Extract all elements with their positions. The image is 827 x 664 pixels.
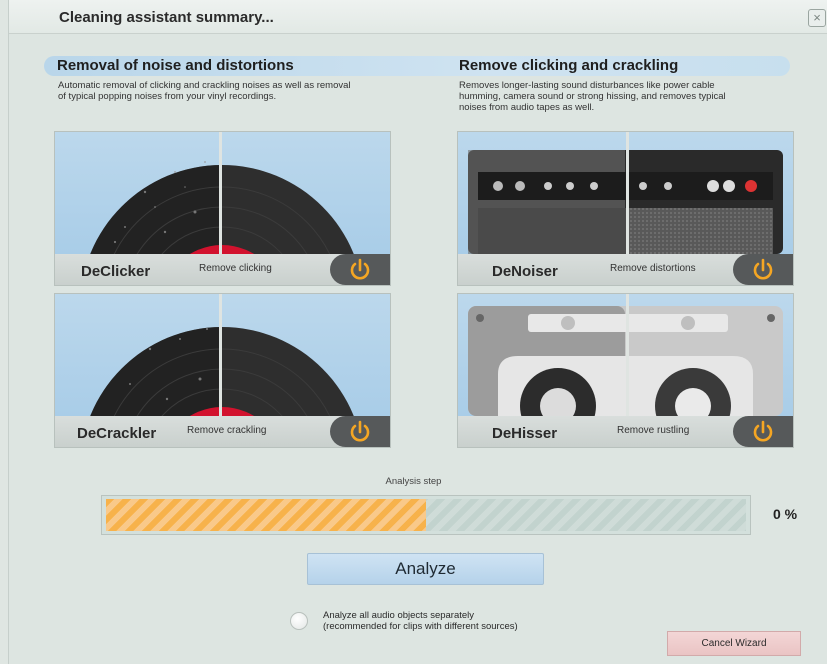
- module-desc: Remove crackling: [187, 425, 267, 436]
- module-card-denoiser: DeNoiser Remove distortions: [457, 131, 794, 286]
- module-card-dehisser: DeHisser Remove rustling: [457, 293, 794, 448]
- power-icon: [753, 420, 773, 442]
- section-title-right: Remove clicking and crackling: [459, 57, 679, 74]
- module-footer: DeClicker Remove clicking: [55, 254, 390, 285]
- vinyl-record-icon: [55, 294, 390, 416]
- analyze-separately-radio[interactable]: [290, 612, 308, 630]
- module-name: DeHisser: [492, 425, 558, 442]
- module-footer: DeCrackler Remove crackling: [55, 416, 390, 447]
- close-icon: ×: [813, 10, 821, 25]
- vinyl-record-icon: [55, 132, 390, 254]
- dialog-title: Cleaning assistant summary...: [59, 9, 274, 26]
- power-icon: [350, 420, 370, 442]
- before-after-divider: [219, 294, 222, 416]
- progress-fill: [106, 499, 426, 531]
- module-desc: Remove clicking: [199, 263, 272, 274]
- section-desc-right: Removes longer-lasting sound disturbance…: [459, 80, 726, 113]
- analysis-progress-bar: [101, 495, 751, 535]
- power-toggle-button[interactable]: [733, 254, 793, 285]
- module-desc: Remove rustling: [617, 425, 690, 436]
- power-toggle-button[interactable]: [733, 416, 793, 447]
- module-footer: DeNoiser Remove distortions: [458, 254, 793, 285]
- module-desc: Remove distortions: [610, 263, 696, 274]
- section-desc-left: Automatic removal of clicking and crackl…: [58, 80, 351, 102]
- power-icon: [753, 258, 773, 280]
- progress-percent: 0 %: [773, 506, 798, 522]
- before-after-divider: [626, 294, 629, 416]
- power-toggle-button[interactable]: [330, 416, 390, 447]
- module-name: DeNoiser: [492, 263, 558, 280]
- before-after-divider: [219, 132, 222, 254]
- power-icon: [350, 258, 370, 280]
- power-toggle-button[interactable]: [330, 254, 390, 285]
- analyze-button[interactable]: Analyze: [307, 553, 544, 585]
- module-card-decrackler: DeCrackler Remove crackling: [54, 293, 391, 448]
- module-name: DeClicker: [81, 263, 151, 280]
- amplifier-icon: [458, 132, 793, 254]
- cassette-tape-icon: [458, 294, 793, 416]
- title-bar: Cleaning assistant summary... ×: [9, 0, 827, 34]
- cancel-wizard-button[interactable]: Cancel Wizard: [667, 631, 801, 656]
- before-after-divider: [626, 132, 629, 254]
- analysis-step-label: Analysis step: [385, 476, 442, 487]
- module-footer: DeHisser Remove rustling: [458, 416, 793, 447]
- section-title-left: Removal of noise and distortions: [57, 57, 294, 74]
- analyze-separately-label: Analyze all audio objects separately (re…: [323, 610, 518, 632]
- close-button[interactable]: ×: [808, 9, 826, 27]
- module-card-declicker: DeClicker Remove clicking: [54, 131, 391, 286]
- module-name: DeCrackler: [77, 425, 157, 442]
